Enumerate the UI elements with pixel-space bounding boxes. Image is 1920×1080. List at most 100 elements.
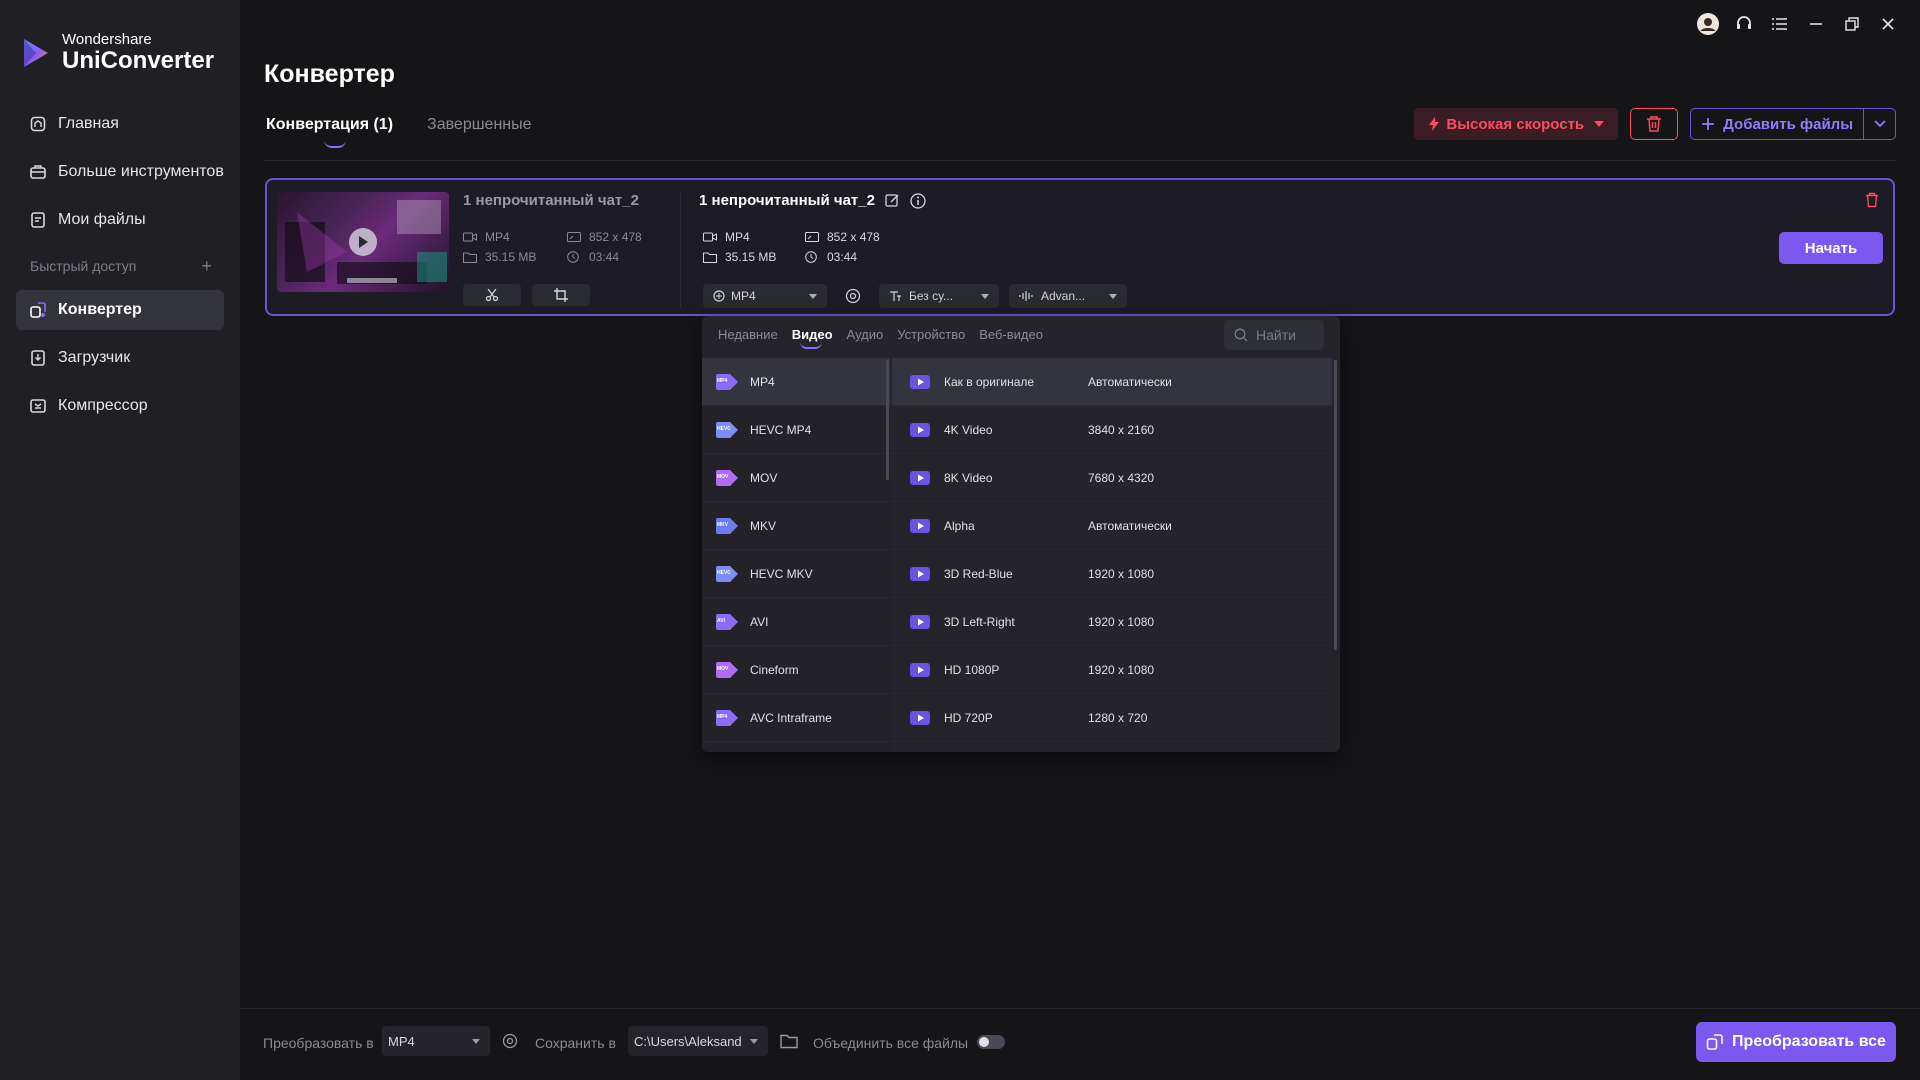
app-logo: Wondershare UniConverter [18,32,214,73]
high-speed-label: Высокая скорость [1446,115,1585,133]
sidebar-item-converter[interactable]: Конвертер [16,290,224,330]
format-item-avc-intraframe[interactable]: MP4 AVC Intraframe [702,694,890,742]
trash-icon[interactable] [1865,192,1879,213]
tab-web-video[interactable]: Веб-видео [979,326,1043,344]
video-thumbnail[interactable] [277,192,449,292]
tab-recent[interactable]: Недавние [718,326,778,344]
quality-item-hd-1080p[interactable]: HD 1080P 1920 x 1080 [892,646,1332,694]
convert-to-select[interactable]: MP4 [382,1026,490,1056]
source-size-value: 35.15 MB [485,250,537,264]
video-play-icon [910,614,930,630]
quality-resolution: 3840 x 2160 [1088,422,1155,437]
audio-select[interactable]: Advan... [1009,284,1127,308]
support-headset-icon[interactable] [1726,10,1762,38]
high-speed-button[interactable]: Высокая скорость [1414,108,1619,140]
quality-item-original[interactable]: Как в оригинале Автоматически [892,358,1332,406]
format-item-mkv[interactable]: MKV MKV [702,502,890,550]
quality-list-scrollbar[interactable] [1334,360,1337,650]
brand-name: UniConverter [62,47,215,74]
quality-item-3d-red-blue[interactable]: 3D Red-Blue 1920 x 1080 [892,550,1332,598]
delete-all-button[interactable] [1630,108,1679,140]
add-files-dropdown[interactable] [1863,109,1895,139]
video-play-icon [910,662,930,678]
format-item-mp4[interactable]: MP4 MP4 [702,358,890,406]
mov-format-icon: MOV [716,469,738,486]
quality-item-hd-720p[interactable]: HD 720P 1280 x 720 [892,694,1332,742]
settings-icon[interactable] [843,286,863,306]
sidebar: Wondershare UniConverter Главная Больше … [0,0,240,1080]
output-format-select[interactable]: MP4 [703,284,827,308]
sidebar-item-downloader[interactable]: Загрузчик [16,338,224,378]
source-size: 35.15 MB [463,250,536,264]
convert-all-button[interactable]: Преобразовать все [1696,1022,1896,1062]
tab-audio[interactable]: Аудио [847,326,884,344]
tab-completed[interactable]: Завершенные [427,116,531,134]
sidebar-item-label: Главная [58,115,119,132]
mp4-format-icon: MP4 [716,373,738,390]
format-list-scrollbar[interactable] [886,360,889,480]
save-to-select[interactable]: C:\Users\Aleksand [628,1026,768,1056]
quick-access-label: Быстрый доступ [30,258,137,274]
brand-top: Wondershare [62,31,152,48]
quality-item-alpha[interactable]: Alpha Автоматически [892,502,1332,550]
video-camera-icon [463,231,477,243]
play-icon[interactable] [349,228,377,256]
format-search-box [1224,320,1324,350]
converter-tabs: Конвертация (1) Завершенные [266,116,566,148]
format-item-mov[interactable]: MOV MOV [702,454,890,502]
format-item-cineform[interactable]: MOV Cineform [702,646,890,694]
tab-video[interactable]: Видео [792,326,833,349]
tab-converting[interactable]: Конвертация (1) [266,116,393,148]
tab-device[interactable]: Устройство [897,326,965,344]
merge-files-toggle[interactable] [977,1035,1005,1049]
sidebar-item-compressor[interactable]: Компрессор [16,386,224,426]
sidebar-item-label: Мои файлы [58,211,146,228]
output-size-value: 35.15 MB [725,250,777,264]
convert-to-value: MP4 [388,1033,415,1049]
source-resolution-value: 852 x 478 [589,230,642,244]
restore-icon[interactable] [1834,10,1870,38]
minimize-icon[interactable] [1798,10,1834,38]
close-icon[interactable] [1870,10,1906,38]
subtitle-select[interactable]: Без су... [879,284,999,308]
compressor-icon [28,396,48,416]
account-icon[interactable] [1690,10,1726,38]
quality-item-4k[interactable]: 4K Video 3840 x 2160 [892,406,1332,454]
save-to-label: Сохранить в [535,1035,616,1051]
info-icon[interactable] [910,192,926,209]
menu-icon[interactable] [1762,10,1798,38]
add-files-button[interactable]: Добавить файлы [1690,108,1896,140]
open-folder-icon[interactable] [780,1034,798,1049]
home-icon [28,114,48,134]
clock-icon [805,251,819,263]
quality-item-8k[interactable]: 8K Video 7680 x 4320 [892,454,1332,502]
sidebar-item-my-files[interactable]: Мои файлы [16,200,224,240]
sidebar-item-more-tools[interactable]: Больше инструментов [16,152,224,192]
format-search-input[interactable] [1256,327,1316,343]
chevron-down-icon [1873,120,1886,128]
resolution-icon [805,231,819,243]
format-label: AVI [750,614,769,629]
crop-button[interactable] [532,284,590,306]
search-icon [1234,328,1248,342]
format-item-avi[interactable]: AVI AVI [702,598,890,646]
quality-item-3d-left-right[interactable]: 3D Left-Right 1920 x 1080 [892,598,1332,646]
save-to-value: C:\Users\Aleksand [634,1033,742,1049]
mov-format-icon: MOV [716,661,738,678]
chevron-down-icon [1109,293,1117,299]
quality-resolution: 1920 x 1080 [1088,614,1155,629]
start-button[interactable]: Начать [1779,232,1883,264]
edit-icon[interactable] [885,193,900,208]
format-dropdown-panel: Недавние Видео Аудио Устройство Веб-виде… [702,316,1340,752]
video-play-icon [910,422,930,438]
sidebar-item-home[interactable]: Главная [16,104,224,144]
format-item-hevc-mp4[interactable]: HEVC HEVC MP4 [702,406,890,454]
output-settings-icon[interactable] [502,1033,518,1049]
add-quick-access-button[interactable]: + [201,256,212,277]
output-resolution-value: 852 x 478 [827,230,880,244]
source-resolution: 852 x 478 [567,230,642,244]
format-item-hevc-mkv[interactable]: HEVC HEVC MKV [702,550,890,598]
page-title: Конвертер [264,60,395,88]
trim-button[interactable] [463,284,521,306]
quality-resolution: Автоматически [1088,518,1172,533]
